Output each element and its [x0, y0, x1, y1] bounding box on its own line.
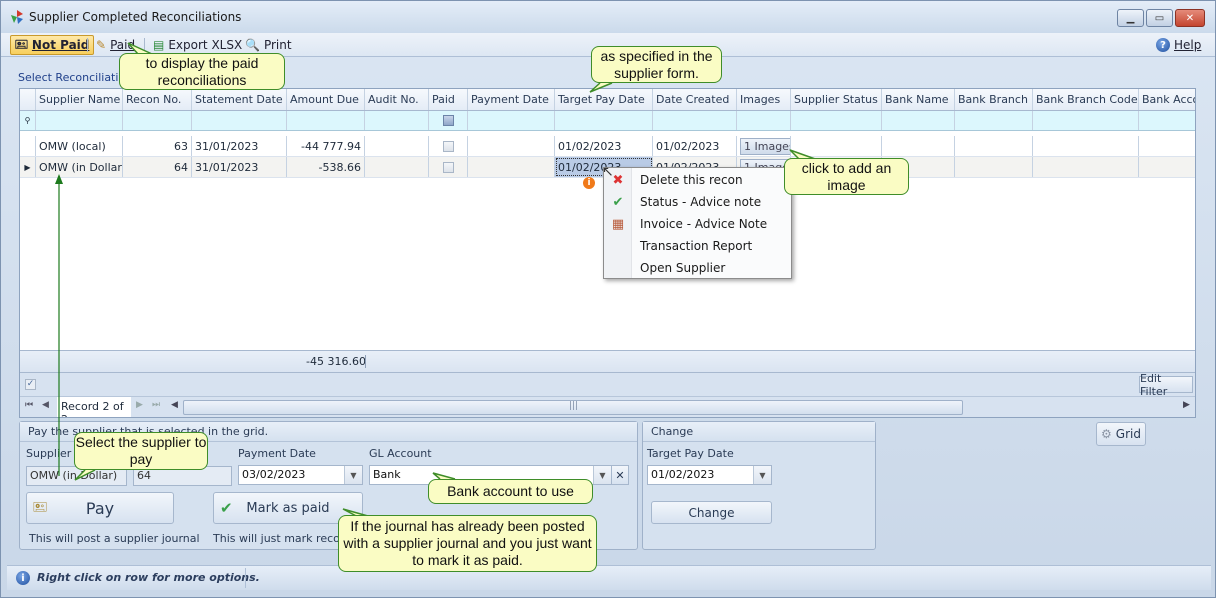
- column-header[interactable]: Recon No.: [123, 89, 192, 110]
- total-amount-due: -45 316.60: [306, 355, 366, 368]
- payment-date-input[interactable]: 03/02/2023 ▼: [238, 465, 363, 485]
- callout-mark-as-paid: If the journal has already been posted w…: [338, 515, 597, 572]
- menu-item-invoice-advice[interactable]: ▦ Invoice - Advice Note: [604, 213, 791, 235]
- column-header[interactable]: Supplier Status: [791, 89, 882, 110]
- column-header[interactable]: Bank Branch Code: [1033, 89, 1139, 110]
- print-button[interactable]: 🔍 Print: [241, 35, 296, 55]
- column-header[interactable]: Date Created: [653, 89, 737, 110]
- pencil-ruler-icon: ✎: [96, 38, 107, 52]
- status-message: Right click on row for more options.: [37, 571, 260, 584]
- callout-paid: to display the paid reconciliations: [119, 53, 285, 90]
- info-icon: i: [16, 571, 30, 585]
- menu-item-open-supplier[interactable]: Open Supplier: [604, 257, 791, 279]
- mark-paid-note: This will just mark recon as paid: [213, 532, 353, 545]
- menu-item-status-advice[interactable]: ✔ Status - Advice note: [604, 191, 791, 213]
- filter-pin-icon: ⚲: [20, 111, 36, 130]
- checkmark-icon: ✔: [612, 194, 624, 210]
- mouse-cursor-icon: ↖: [602, 164, 614, 180]
- callout-target-pay-date: as specified in the supplier form.: [591, 46, 722, 83]
- scroll-right-icon[interactable]: ▶: [1183, 400, 1190, 410]
- print-preview-icon: 🔍: [245, 38, 260, 52]
- menu-item-transaction-report[interactable]: Transaction Report: [604, 235, 791, 257]
- table-row[interactable]: OMW (local) 63 31/01/2023 -44 777.94 01/…: [20, 136, 1195, 157]
- minimize-button[interactable]: ▁: [1117, 9, 1144, 27]
- target-pay-date-input[interactable]: 01/02/2023 ▼: [647, 465, 772, 485]
- callout-select-supplier: Select the supplier to pay: [74, 432, 208, 470]
- supplier-label: Supplier: [26, 447, 72, 460]
- target-pay-date-label: Target Pay Date: [647, 447, 734, 460]
- export-xlsx-button[interactable]: ▤ Export XLSX: [149, 35, 246, 55]
- dropdown-arrow-icon[interactable]: ▼: [344, 466, 362, 484]
- filter-enable-checkbox[interactable]: ✓: [25, 379, 36, 390]
- column-header[interactable]: Audit No.: [365, 89, 429, 110]
- filter-bar: ✓ Edit Filter: [20, 372, 1195, 398]
- column-header[interactable]: Supplier Name: [36, 89, 123, 110]
- dropdown-arrow-icon[interactable]: ▼: [753, 466, 771, 484]
- first-record-icon[interactable]: ⏮: [25, 400, 33, 410]
- app-logo-icon: [11, 10, 23, 24]
- images-button[interactable]: 1 Images: [740, 137, 790, 155]
- paid-checkbox[interactable]: [442, 140, 454, 152]
- checkmark-icon: ✔: [220, 499, 233, 517]
- change-panel-title: Change: [643, 422, 875, 442]
- scroll-left-icon[interactable]: ◀: [171, 400, 178, 410]
- status-bar: i Right click on row for more options.: [7, 565, 1211, 590]
- pay-note: This will post a supplier journal: [29, 532, 200, 545]
- next-record-icon[interactable]: ▶: [136, 400, 143, 410]
- context-menu: ✖ Delete this recon ✔ Status - Advice note…: [603, 167, 792, 279]
- navigator-bar: ⏮ ◀ Record 2 of 2 ▶ ⏭ ◀ ||| ▶: [20, 396, 1195, 417]
- help-icon: ?: [1156, 38, 1170, 52]
- column-header[interactable]: Bank Name: [882, 89, 955, 110]
- gl-account-label: GL Account: [369, 447, 432, 460]
- last-record-icon[interactable]: ⏭: [152, 400, 160, 410]
- column-header[interactable]: Bank Branch: [955, 89, 1033, 110]
- change-panel: Change Target Pay Date 01/02/2023 ▼ Chan…: [642, 421, 876, 550]
- grid-settings-button[interactable]: ⚙ Grid: [1096, 422, 1146, 446]
- cash-register-icon: 🖭: [15, 37, 28, 51]
- column-header[interactable]: Bank Accou: [1139, 89, 1195, 110]
- not-paid-button[interactable]: 🖭 Not Paid: [10, 35, 95, 55]
- row-indicator-icon: ▶: [20, 157, 36, 177]
- prev-record-icon[interactable]: ◀: [42, 400, 49, 410]
- column-header[interactable]: Amount Due: [287, 89, 365, 110]
- column-header[interactable]: Payment Date: [468, 89, 555, 110]
- window-title: Supplier Completed Reconciliations: [29, 10, 242, 24]
- paid-button[interactable]: ✎ Paid: [92, 35, 139, 55]
- callout-images: click to add an image: [784, 158, 909, 195]
- excel-export-icon: ▤: [153, 38, 165, 52]
- cash-register-icon: 🖭: [33, 499, 48, 514]
- paid-filter-checkbox[interactable]: [442, 115, 454, 126]
- dropdown-arrow-icon[interactable]: ▼: [593, 466, 611, 484]
- menu-item-delete-recon[interactable]: ✖ Delete this recon: [604, 169, 791, 191]
- record-counter: Record 2 of 2: [57, 397, 131, 417]
- pay-button[interactable]: 🖭 Pay: [26, 492, 174, 524]
- grid-footer: -45 316.60: [20, 350, 1195, 372]
- column-header[interactable]: Paid: [429, 89, 468, 110]
- gear-icon: ⚙: [1101, 427, 1112, 441]
- clear-gl-account-icon[interactable]: ✕: [611, 465, 629, 485]
- payment-date-label: Payment Date: [238, 447, 316, 460]
- title-bar: Supplier Completed Reconciliations ▁ ▭ ✕: [1, 1, 1215, 33]
- auto-filter-row[interactable]: ⚲: [20, 111, 1195, 131]
- horizontal-scrollbar-thumb[interactable]: |||: [183, 400, 963, 415]
- edit-filter-button[interactable]: Edit Filter: [1139, 372, 1193, 398]
- close-button[interactable]: ✕: [1175, 9, 1205, 27]
- callout-bank-account: Bank account to use: [428, 479, 593, 504]
- calendar-icon: ▦: [611, 216, 625, 232]
- help-button[interactable]: ? Help: [1152, 35, 1205, 55]
- paid-checkbox[interactable]: [442, 161, 454, 173]
- change-button[interactable]: Change: [651, 501, 772, 524]
- warning-info-icon: i: [583, 177, 595, 189]
- column-header[interactable]: Statement Date: [192, 89, 287, 110]
- maximize-button[interactable]: ▭: [1146, 9, 1173, 27]
- grid-header: Supplier Name Recon No. Statement Date A…: [20, 89, 1195, 111]
- column-header[interactable]: Images: [737, 89, 791, 110]
- column-header[interactable]: Target Pay Date: [555, 89, 653, 110]
